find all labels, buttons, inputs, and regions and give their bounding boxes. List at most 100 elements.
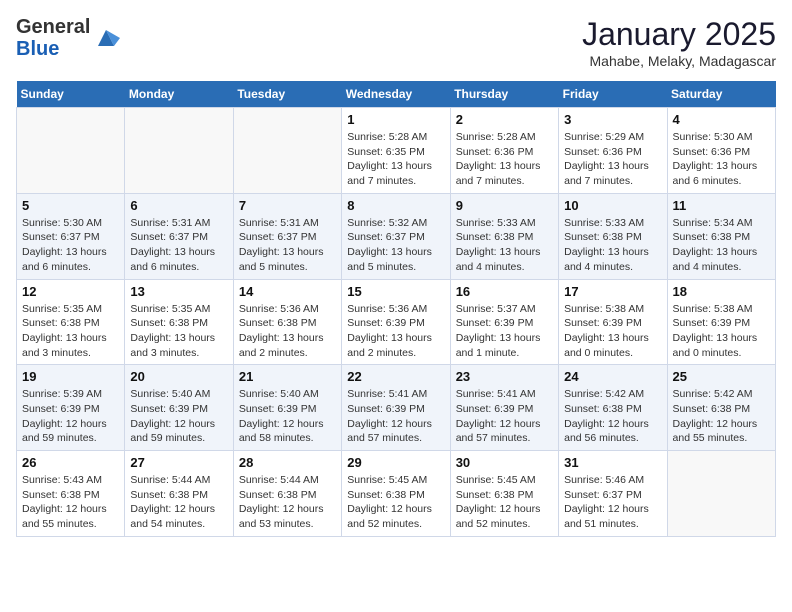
- day-info: Sunrise: 5:42 AM Sunset: 6:38 PM Dayligh…: [673, 387, 770, 446]
- day-cell: 12 Sunrise: 5:35 AM Sunset: 6:38 PM Dayli…: [17, 279, 125, 365]
- day-number: 25: [673, 369, 770, 384]
- day-cell: [17, 108, 125, 194]
- day-info: Sunrise: 5:28 AM Sunset: 6:35 PM Dayligh…: [347, 130, 444, 189]
- logo: General Blue: [16, 16, 120, 60]
- day-number: 17: [564, 284, 661, 299]
- day-cell: 28 Sunrise: 5:44 AM Sunset: 6:38 PM Dayli…: [233, 451, 341, 537]
- day-number: 12: [22, 284, 119, 299]
- day-cell: [233, 108, 341, 194]
- day-number: 1: [347, 112, 444, 127]
- day-cell: 1 Sunrise: 5:28 AM Sunset: 6:35 PM Daylig…: [342, 108, 450, 194]
- week-row-1: 1 Sunrise: 5:28 AM Sunset: 6:35 PM Daylig…: [17, 108, 776, 194]
- header-cell-monday: Monday: [125, 81, 233, 108]
- day-number: 31: [564, 455, 661, 470]
- day-cell: 16 Sunrise: 5:37 AM Sunset: 6:39 PM Dayli…: [450, 279, 558, 365]
- month-title: January 2025: [582, 16, 776, 53]
- day-info: Sunrise: 5:35 AM Sunset: 6:38 PM Dayligh…: [22, 302, 119, 361]
- day-info: Sunrise: 5:44 AM Sunset: 6:38 PM Dayligh…: [130, 473, 227, 532]
- day-cell: 23 Sunrise: 5:41 AM Sunset: 6:39 PM Dayli…: [450, 365, 558, 451]
- day-number: 28: [239, 455, 336, 470]
- day-info: Sunrise: 5:40 AM Sunset: 6:39 PM Dayligh…: [130, 387, 227, 446]
- day-cell: 25 Sunrise: 5:42 AM Sunset: 6:38 PM Dayli…: [667, 365, 775, 451]
- day-cell: 27 Sunrise: 5:44 AM Sunset: 6:38 PM Dayli…: [125, 451, 233, 537]
- day-cell: 26Sunrise: 5:43 AM Sunset: 6:38 PM Dayli…: [17, 451, 125, 537]
- day-number: 11: [673, 198, 770, 213]
- day-cell: 2 Sunrise: 5:28 AM Sunset: 6:36 PM Daylig…: [450, 108, 558, 194]
- day-info: Sunrise: 5:34 AM Sunset: 6:38 PM Dayligh…: [673, 216, 770, 275]
- day-info: Sunrise: 5:45 AM Sunset: 6:38 PM Dayligh…: [347, 473, 444, 532]
- day-cell: 17 Sunrise: 5:38 AM Sunset: 6:39 PM Dayli…: [559, 279, 667, 365]
- day-info: Sunrise: 5:41 AM Sunset: 6:39 PM Dayligh…: [456, 387, 553, 446]
- day-number: 14: [239, 284, 336, 299]
- day-number: 13: [130, 284, 227, 299]
- day-info: Sunrise: 5:30 AM Sunset: 6:37 PM Dayligh…: [22, 216, 119, 275]
- day-cell: 31Sunrise: 5:46 AM Sunset: 6:37 PM Dayli…: [559, 451, 667, 537]
- day-number: 27: [130, 455, 227, 470]
- day-info: Sunrise: 5:41 AM Sunset: 6:39 PM Dayligh…: [347, 387, 444, 446]
- day-cell: 11 Sunrise: 5:34 AM Sunset: 6:38 PM Dayli…: [667, 193, 775, 279]
- week-row-4: 19 Sunrise: 5:39 AM Sunset: 6:39 PM Dayli…: [17, 365, 776, 451]
- day-cell: 19 Sunrise: 5:39 AM Sunset: 6:39 PM Dayli…: [17, 365, 125, 451]
- day-number: 5: [22, 198, 119, 213]
- day-cell: 14 Sunrise: 5:36 AM Sunset: 6:38 PM Dayli…: [233, 279, 341, 365]
- day-number: 29: [347, 455, 444, 470]
- day-info: Sunrise: 5:39 AM Sunset: 6:39 PM Dayligh…: [22, 387, 119, 446]
- day-number: 19: [22, 369, 119, 384]
- day-info: Sunrise: 5:36 AM Sunset: 6:38 PM Dayligh…: [239, 302, 336, 361]
- day-number: 8: [347, 198, 444, 213]
- day-number: 23: [456, 369, 553, 384]
- day-number: 24: [564, 369, 661, 384]
- day-cell: 29 Sunrise: 5:45 AM Sunset: 6:38 PM Dayli…: [342, 451, 450, 537]
- day-info: Sunrise: 5:38 AM Sunset: 6:39 PM Dayligh…: [564, 302, 661, 361]
- day-info: Sunrise: 5:29 AM Sunset: 6:36 PM Dayligh…: [564, 130, 661, 189]
- week-row-3: 12 Sunrise: 5:35 AM Sunset: 6:38 PM Dayli…: [17, 279, 776, 365]
- day-number: 15: [347, 284, 444, 299]
- calendar-body: 1 Sunrise: 5:28 AM Sunset: 6:35 PM Daylig…: [17, 108, 776, 537]
- day-info: Sunrise: 5:42 AM Sunset: 6:38 PM Dayligh…: [564, 387, 661, 446]
- day-number: 3: [564, 112, 661, 127]
- day-cell: 7Sunrise: 5:31 AM Sunset: 6:37 PM Daylig…: [233, 193, 341, 279]
- day-number: 20: [130, 369, 227, 384]
- day-number: 22: [347, 369, 444, 384]
- day-cell: 6Sunrise: 5:31 AM Sunset: 6:37 PM Daylig…: [125, 193, 233, 279]
- day-cell: 9 Sunrise: 5:33 AM Sunset: 6:38 PM Daylig…: [450, 193, 558, 279]
- header-row: SundayMondayTuesdayWednesdayThursdayFrid…: [17, 81, 776, 108]
- day-cell: 15 Sunrise: 5:36 AM Sunset: 6:39 PM Dayli…: [342, 279, 450, 365]
- day-number: 4: [673, 112, 770, 127]
- page-header: General Blue January 2025 Mahabe, Melaky…: [16, 16, 776, 69]
- day-number: 18: [673, 284, 770, 299]
- day-cell: 5 Sunrise: 5:30 AM Sunset: 6:37 PM Daylig…: [17, 193, 125, 279]
- day-number: 10: [564, 198, 661, 213]
- day-info: Sunrise: 5:37 AM Sunset: 6:39 PM Dayligh…: [456, 302, 553, 361]
- header-cell-friday: Friday: [559, 81, 667, 108]
- day-cell: 3 Sunrise: 5:29 AM Sunset: 6:36 PM Daylig…: [559, 108, 667, 194]
- day-info: Sunrise: 5:36 AM Sunset: 6:39 PM Dayligh…: [347, 302, 444, 361]
- day-number: 9: [456, 198, 553, 213]
- week-row-2: 5 Sunrise: 5:30 AM Sunset: 6:37 PM Daylig…: [17, 193, 776, 279]
- header-cell-wednesday: Wednesday: [342, 81, 450, 108]
- day-info: Sunrise: 5:31 AM Sunset: 6:37 PM Dayligh…: [130, 216, 227, 275]
- day-info: Sunrise: 5:43 AM Sunset: 6:38 PM Dayligh…: [22, 473, 119, 532]
- day-info: Sunrise: 5:44 AM Sunset: 6:38 PM Dayligh…: [239, 473, 336, 532]
- day-cell: 18Sunrise: 5:38 AM Sunset: 6:39 PM Dayli…: [667, 279, 775, 365]
- day-cell: 13Sunrise: 5:35 AM Sunset: 6:38 PM Dayli…: [125, 279, 233, 365]
- day-info: Sunrise: 5:32 AM Sunset: 6:37 PM Dayligh…: [347, 216, 444, 275]
- location-subtitle: Mahabe, Melaky, Madagascar: [582, 53, 776, 69]
- header-cell-tuesday: Tuesday: [233, 81, 341, 108]
- title-block: January 2025 Mahabe, Melaky, Madagascar: [582, 16, 776, 69]
- day-cell: 24 Sunrise: 5:42 AM Sunset: 6:38 PM Dayli…: [559, 365, 667, 451]
- logo-general: General: [16, 16, 90, 38]
- logo-icon: [92, 24, 120, 52]
- logo-blue: Blue: [16, 38, 59, 60]
- calendar-table: SundayMondayTuesdayWednesdayThursdayFrid…: [16, 81, 776, 537]
- week-row-5: 26Sunrise: 5:43 AM Sunset: 6:38 PM Dayli…: [17, 451, 776, 537]
- day-info: Sunrise: 5:33 AM Sunset: 6:38 PM Dayligh…: [456, 216, 553, 275]
- day-cell: 4Sunrise: 5:30 AM Sunset: 6:36 PM Daylig…: [667, 108, 775, 194]
- day-number: 16: [456, 284, 553, 299]
- day-cell: 30Sunrise: 5:45 AM Sunset: 6:38 PM Dayli…: [450, 451, 558, 537]
- day-cell: 21Sunrise: 5:40 AM Sunset: 6:39 PM Dayli…: [233, 365, 341, 451]
- day-number: 2: [456, 112, 553, 127]
- day-info: Sunrise: 5:28 AM Sunset: 6:36 PM Dayligh…: [456, 130, 553, 189]
- day-cell: 20 Sunrise: 5:40 AM Sunset: 6:39 PM Dayli…: [125, 365, 233, 451]
- day-info: Sunrise: 5:40 AM Sunset: 6:39 PM Dayligh…: [239, 387, 336, 446]
